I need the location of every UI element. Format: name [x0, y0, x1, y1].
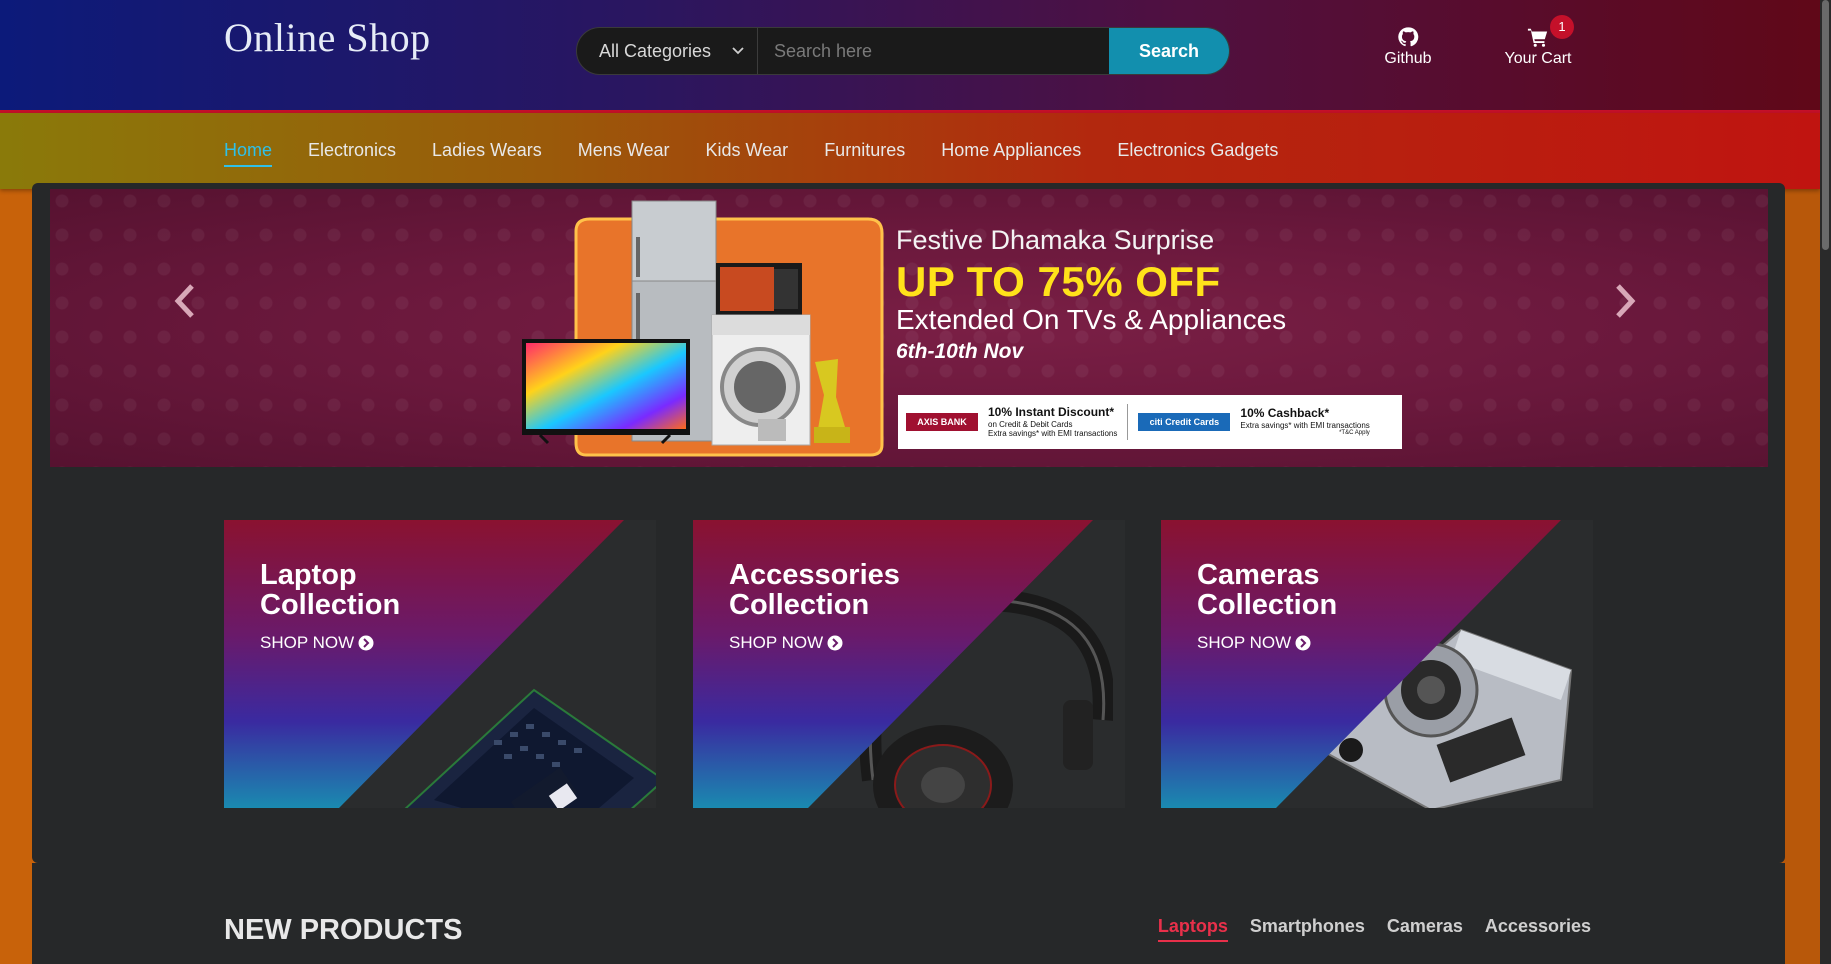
github-link[interactable]: Github [1380, 26, 1436, 68]
offer-divider [1127, 404, 1129, 440]
axis-offer-line2: Extra savings* with EMI transactions [988, 429, 1118, 439]
hero-banner[interactable]: Festive Dhamaka Surprise UP TO 75% OFF E… [50, 189, 1768, 467]
banner-dates: 6th-10th Nov [896, 340, 1024, 363]
collection-title-line1: Accessories [729, 559, 900, 591]
collection-card-accessories[interactable]: Accessories Collection SHOP NOW [693, 520, 1125, 808]
search-input[interactable] [758, 28, 1109, 74]
page-scrollbar[interactable] [1820, 0, 1831, 964]
shop-now-label: SHOP NOW [260, 633, 355, 652]
new-products-tabs: Laptops Smartphones Cameras Accessories [1157, 916, 1591, 942]
chevron-right-icon[interactable] [1610, 281, 1640, 321]
citi-logo: citi Credit Cards [1138, 413, 1231, 431]
citi-offer-line1: Extra savings* with EMI transactions [1240, 420, 1370, 430]
search-button[interactable]: Search [1109, 28, 1229, 74]
chevron-left-icon[interactable] [170, 281, 200, 321]
banner-text: Festive Dhamaka Surprise UP TO 75% OFF E… [896, 225, 1286, 364]
arrow-circle-right-icon [358, 635, 374, 651]
collection-title-line2: Collection [1197, 589, 1338, 622]
header: Online Shop All Categories Search Github… [0, 0, 1820, 113]
axis-offer: 10% Instant Discount* on Credit & Debit … [988, 405, 1117, 439]
shop-now-label: SHOP NOW [729, 633, 824, 652]
cart-icon [1527, 28, 1548, 47]
citi-offer-title: 10% Cashback* [1240, 406, 1330, 421]
github-label: Github [1384, 50, 1432, 67]
shop-now-link[interactable]: SHOP NOW [260, 633, 374, 653]
category-select[interactable]: All Categories [577, 28, 758, 74]
tab-laptops[interactable]: Laptops [1157, 916, 1228, 942]
tab-accessories[interactable]: Accessories [1485, 916, 1591, 942]
banner-headline: UP TO 75% OFF [896, 258, 1221, 305]
nav-item-kids-wear[interactable]: Kids Wear [705, 140, 788, 167]
shop-now-link[interactable]: SHOP NOW [729, 633, 843, 653]
arrow-circle-right-icon [1295, 635, 1311, 651]
arrow-circle-right-icon [827, 635, 843, 651]
citi-offer-note: *T&C Apply [1339, 430, 1370, 437]
nav-item-home[interactable]: Home [224, 140, 273, 167]
site-logo[interactable]: Online Shop [224, 14, 431, 61]
category-select-value: All Categories [599, 40, 712, 61]
collection-title-line2: Collection [260, 589, 401, 622]
banner-subtitle: Festive Dhamaka Surprise [896, 225, 1215, 255]
github-icon [1398, 27, 1419, 47]
bank-offers: AXIS BANK 10% Instant Discount* on Credi… [898, 395, 1402, 449]
search-bar: All Categories Search [576, 27, 1230, 75]
cart-count-badge: 1 [1550, 15, 1574, 39]
shop-now-label: SHOP NOW [1197, 633, 1292, 652]
collection-title-line1: Laptop [260, 559, 357, 591]
new-products-title: NEW PRODUCTS [224, 914, 463, 946]
axis-bank-logo: AXIS BANK [906, 413, 978, 431]
collection-card-laptop[interactable]: Laptop Collection SHOP NOW [224, 520, 656, 808]
collection-title-line1: Cameras [1197, 559, 1320, 591]
nav-item-ladies-wears[interactable]: Ladies Wears [432, 140, 542, 167]
appliances-illustration [522, 200, 884, 457]
tab-smartphones[interactable]: Smartphones [1250, 916, 1365, 942]
axis-offer-line1: on Credit & Debit Cards [988, 419, 1073, 429]
chevron-down-icon [732, 47, 744, 55]
cart-label: Your Cart [1504, 50, 1572, 67]
nav-item-electronics[interactable]: Electronics [308, 140, 396, 167]
axis-offer-title: 10% Instant Discount* [988, 405, 1115, 420]
banner-extended: Extended On TVs & Appliances [896, 304, 1287, 335]
collection-card-cameras[interactable]: Cameras Collection SHOP NOW [1161, 520, 1593, 808]
nav-item-electronics-gadgets[interactable]: Electronics Gadgets [1117, 140, 1278, 167]
cart-link[interactable]: Your Cart 1 [1500, 15, 1576, 68]
scrollbar-thumb[interactable] [1822, 0, 1829, 250]
collection-title-line2: Collection [729, 589, 870, 622]
nav-item-furnitures[interactable]: Furnitures [824, 140, 905, 167]
collection-title: Cameras Collection [1197, 560, 1337, 621]
tab-cameras[interactable]: Cameras [1387, 916, 1463, 942]
nav-item-mens-wear[interactable]: Mens Wear [578, 140, 670, 167]
citi-offer: 10% Cashback* Extra savings* with EMI tr… [1240, 406, 1369, 437]
nav-item-home-appliances[interactable]: Home Appliances [941, 140, 1081, 167]
main-nav: Home Electronics Ladies Wears Mens Wear … [0, 113, 1820, 189]
shop-now-link[interactable]: SHOP NOW [1197, 633, 1311, 653]
collection-title: Accessories Collection [729, 560, 900, 621]
collection-title: Laptop Collection [260, 560, 400, 621]
